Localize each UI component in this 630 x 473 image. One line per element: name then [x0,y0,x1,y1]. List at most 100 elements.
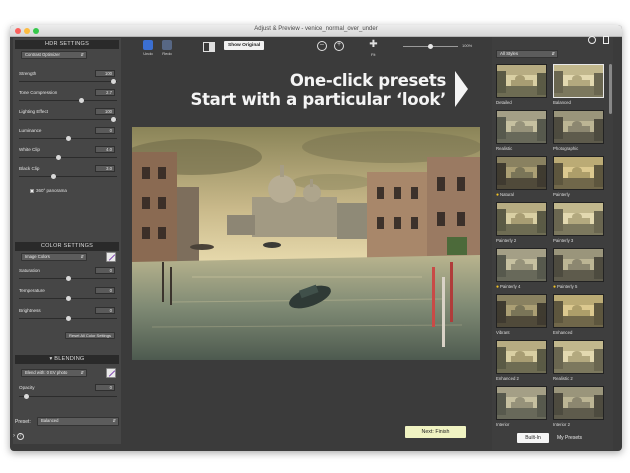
preset-thumbnail[interactable]: Balanced [553,64,604,105]
preset-thumbnail[interactable]: Vibrant [496,294,547,335]
preset-value: Balanced [41,418,59,423]
promo-text: One-click presets Start with a particula… [191,71,447,109]
hdr-slider-knob[interactable] [56,155,62,160]
zoom-slider[interactable] [403,44,458,49]
preset-name: Vibrant [496,330,510,335]
dropdown-arrow-icon: ⇵ [80,370,84,375]
toolbar: Undo Redo Show Original – + ✚ Fit 100% [140,38,502,68]
hdr-slider-knob[interactable] [66,136,71,141]
color-slider-knob[interactable] [66,316,71,321]
color-slider[interactable] [19,316,117,321]
preset-thumbnail[interactable]: ●Painterly 4 [496,248,547,290]
hdr-value[interactable]: 4.0 [95,146,115,153]
color-slider[interactable] [19,276,117,281]
color-magic-wand-icon[interactable] [106,252,116,262]
preset-name: Detailed [496,100,512,105]
hdr-preset-dropdown[interactable]: Contrast Optimizer ⇵ [21,51,87,59]
preset-thumbnail-label: Balanced [553,100,604,105]
preset-thumbnail-label: Enhanced [553,330,604,335]
hdr-slider[interactable] [19,136,117,141]
photo-preview[interactable] [132,127,480,360]
zoom-slider-knob[interactable] [427,44,433,49]
opacity-value[interactable]: 0 [95,384,115,391]
preset-thumbnail-label: Enhanced 2 [496,376,547,381]
hdr-slider-knob[interactable] [111,117,117,122]
hdr-label: Tone Compression [19,90,58,95]
preset-preview-image [553,386,604,420]
undo-label: Undo [143,51,153,56]
preset-thumbnail[interactable]: Enhanced 2 [496,340,547,381]
preset-name: Painterly 2 [496,238,517,243]
tab-built-in[interactable]: Built-In [517,433,549,443]
preset-name: Interior 2 [553,422,570,427]
hdr-slider[interactable] [19,98,117,103]
title-bar: Adjust & Preview - venice_normal_over_un… [10,25,622,37]
preset-dropdown[interactable]: Balanced ⇵ [37,417,119,426]
preset-thumbnail[interactable]: ●Painterly 5 [553,248,604,290]
preset-thumbnail[interactable]: Interior [496,386,547,427]
hdr-value[interactable]: 100 [95,70,115,77]
preset-thumbnail[interactable]: Interior 2 [553,386,604,427]
hdr-value[interactable]: 2.7 [95,89,115,96]
preset-thumbnail[interactable]: Realistic [496,110,547,151]
zoom-in-icon[interactable]: + [334,41,344,51]
hdr-value[interactable]: 3.0 [95,165,115,172]
panorama-option[interactable]: 360° panorama [30,188,67,193]
hdr-settings-header: HDR SETTINGS [15,40,119,49]
promo-arrow-icon [455,71,468,107]
opacity-slider-knob[interactable] [23,394,29,399]
preset-thumbnail[interactable]: Photographic [553,110,604,151]
tab-my-presets[interactable]: My Presets [552,433,587,443]
color-slider-knob[interactable] [66,276,71,281]
hdr-slider[interactable] [19,79,117,84]
preset-thumbnail[interactable]: Painterly 2 [496,202,547,243]
preset-name: Natural [500,192,514,197]
preset-thumbnail[interactable]: Detailed [496,64,547,105]
preset-thumbnail[interactable]: Painterly [553,156,604,197]
preset-thumbnail[interactable]: ●Natural [496,156,547,198]
color-mode-dropdown[interactable]: Image Colors ⇵ [21,253,87,261]
undo-button[interactable]: Undo [143,40,153,56]
sidebar-toggle-icon[interactable] [603,36,609,44]
opacity-slider[interactable] [19,394,117,399]
hdr-slider[interactable] [19,174,117,179]
fit-icon[interactable]: ✚ [368,40,379,51]
hdr-slider-knob[interactable] [51,174,57,179]
preset-preview-image [496,202,547,236]
blend-with-dropdown[interactable]: Blend with: 0 EV photo ⇵ [21,369,87,377]
split-view-icon[interactable] [203,42,215,52]
panorama-checkbox[interactable] [30,188,34,193]
color-value[interactable]: 0 [95,287,115,294]
hdr-slider[interactable] [19,117,117,122]
hdr-label: White Clip [19,147,40,152]
preset-thumbnails: Detailed Balanced Realistic Photographic ●Na… [496,64,608,430]
hdr-label: Black Clip [19,166,40,171]
expand-arrow-icon[interactable]: › [13,433,15,439]
zoom-out-icon[interactable]: – [317,41,327,51]
redo-button[interactable]: Redo [162,40,172,56]
styles-filter-dropdown[interactable]: All Styles ⇵ [496,50,558,58]
hdr-label: Strength [19,71,37,76]
hdr-value[interactable]: 0 [95,127,115,134]
hdr-slider[interactable] [19,155,117,160]
hdr-slider-knob[interactable] [111,79,117,84]
preset-preview-image [496,340,547,374]
color-value[interactable]: 0 [95,267,115,274]
color-mode-value: Image Colors [25,254,50,259]
blend-magic-wand-icon[interactable] [106,368,116,378]
thumbnails-scrollbar[interactable] [609,64,612,114]
show-original-button[interactable]: Show Original [224,41,265,50]
color-slider-knob[interactable] [66,296,71,301]
settings-gear-icon[interactable] [588,36,596,44]
hdr-value[interactable]: 100 [95,108,115,115]
reset-color-settings-button[interactable]: Reset All Color Settings [65,332,115,339]
preset-thumbnail[interactable]: Painterly 3 [553,202,604,243]
color-value[interactable]: 0 [95,307,115,314]
next-finish-button[interactable]: Next: Finish [405,426,466,438]
color-slider[interactable] [19,296,117,301]
dropdown-arrow-icon: ⇵ [80,254,84,259]
preset-thumbnail[interactable]: Enhanced [553,294,604,335]
preset-thumbnail[interactable]: Realistic 2 [553,340,604,381]
help-icon[interactable]: ? [16,433,24,440]
hdr-slider-knob[interactable] [78,98,84,103]
